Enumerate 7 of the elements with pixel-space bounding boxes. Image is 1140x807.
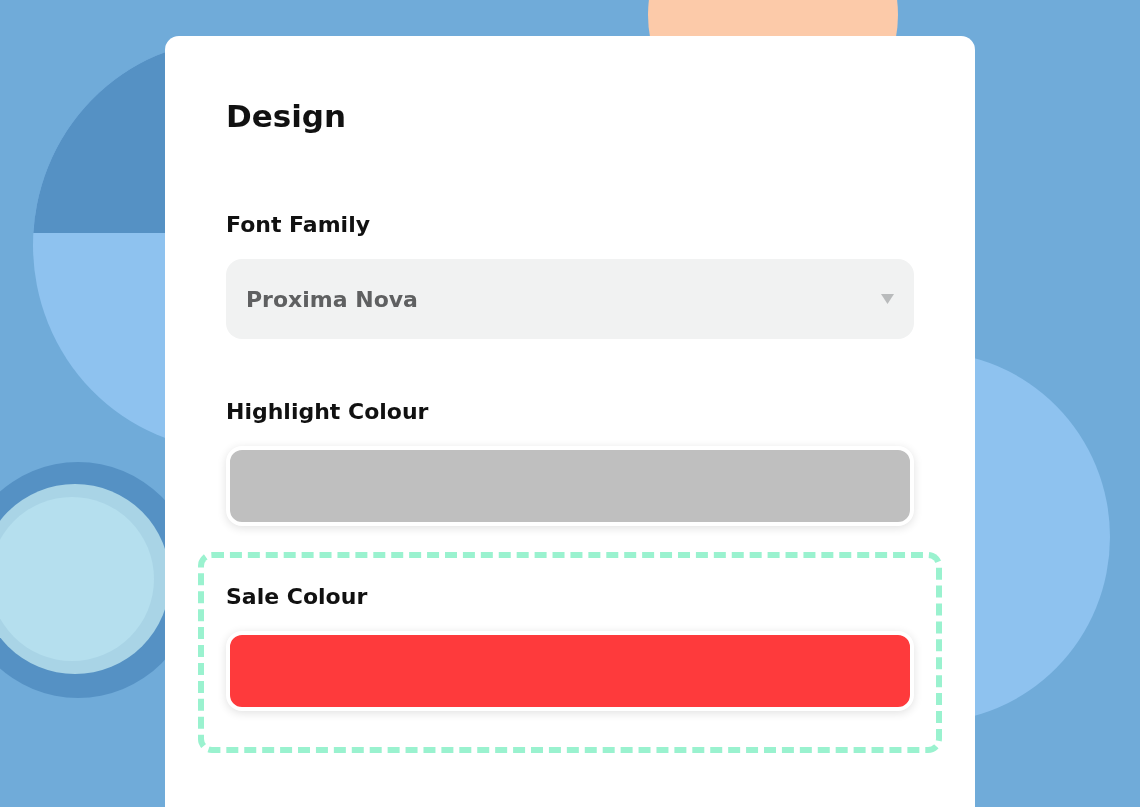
- field-label: Sale Colour: [226, 584, 368, 609]
- caret-icon: [881, 294, 894, 304]
- panel-title: Design: [226, 98, 347, 134]
- field-label: Highlight Colour: [226, 399, 429, 424]
- font-select[interactable]: Proxima Nova: [226, 259, 914, 339]
- select-value: Proxima Nova: [246, 286, 418, 312]
- field-label: Font Family: [226, 212, 371, 237]
